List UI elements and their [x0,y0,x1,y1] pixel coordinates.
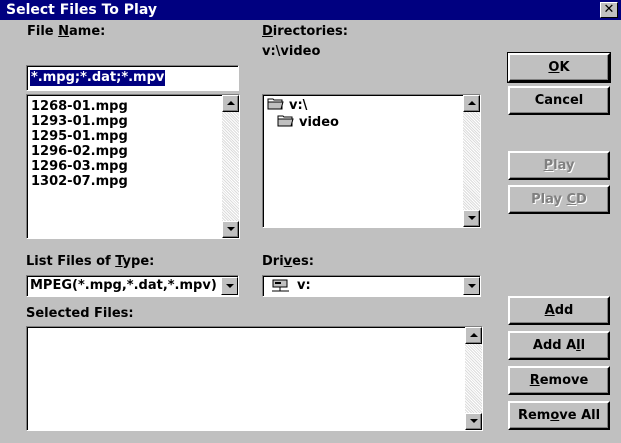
selected-files-label: Selected Files: [26,306,134,321]
arrow-up-icon [227,101,235,105]
file-type-dropdown-button[interactable] [221,277,238,295]
file-list-items: 1268-01.mpg 1293-01.mpg 1295-01.mpg 1296-02… [31,99,128,189]
close-button[interactable]: ✕ [600,2,618,18]
add-button[interactable]: Add [508,296,610,325]
file-type-select[interactable]: MPEG(*.mpg,*.dat,*.mpv) [26,275,239,297]
file-list-item[interactable]: 1295-01.mpg [31,129,128,144]
cancel-button[interactable]: Cancel [508,86,610,115]
chevron-down-icon [468,284,476,288]
arrow-down-icon [227,227,235,231]
ok-button[interactable]: OK [507,52,611,83]
scroll-down-button[interactable] [465,413,482,430]
remove-button[interactable]: Remove [508,366,610,395]
close-icon: ✕ [603,2,615,17]
file-list-item[interactable]: 1302-07.mpg [31,174,128,189]
network-drive-icon [271,279,291,298]
scroll-up-button[interactable] [463,95,480,112]
file-name-input[interactable]: *.mpg;*.dat;*.mpv [26,65,239,91]
directories-label: Directories: [262,24,348,39]
drive-value: v: [297,278,311,293]
chevron-down-icon [226,284,234,288]
directory-item[interactable]: video [267,114,339,131]
drives-label: Drives: [262,254,314,269]
file-list-item[interactable]: 1293-01.mpg [31,114,128,129]
scroll-up-button[interactable] [465,327,482,344]
remove-all-button[interactable]: Remove All [508,401,610,430]
window-title: Select Files To Play [6,2,157,18]
selected-files-scrollbar[interactable] [465,327,482,430]
drives-select[interactable]: v: [262,275,481,297]
open-folder-icon [277,114,295,131]
file-type-value: MPEG(*.mpg,*.dat,*.mpv) [30,278,217,293]
file-name-label: File Name: [27,24,106,39]
open-folder-icon [267,97,285,114]
arrow-down-icon [468,216,476,220]
directory-item[interactable]: v:\ [267,97,339,114]
arrow-up-icon [470,333,478,337]
play-cd-button[interactable]: Play CD [508,185,610,214]
directory-list[interactable]: v:\ video [262,94,481,228]
directory-list-items: v:\ video [267,97,339,131]
current-directory: v:\video [262,44,321,59]
arrow-up-icon [468,101,476,105]
scroll-up-button[interactable] [222,95,239,112]
scroll-down-button[interactable] [222,221,239,238]
add-all-button[interactable]: Add All [508,331,610,360]
file-list-item[interactable]: 1296-02.mpg [31,144,128,159]
file-list-item[interactable]: 1296-03.mpg [31,159,128,174]
file-list[interactable]: 1268-01.mpg 1293-01.mpg 1295-01.mpg 1296-02… [26,94,240,239]
file-type-label: List Files of Type: [26,254,155,269]
file-list-scrollbar[interactable] [222,95,239,238]
file-list-item[interactable]: 1268-01.mpg [31,99,128,114]
drives-dropdown-button[interactable] [463,277,480,295]
scroll-down-button[interactable] [463,210,480,227]
directory-list-scrollbar[interactable] [463,95,480,227]
arrow-down-icon [470,419,478,423]
directory-item-label: video [299,115,339,130]
play-button[interactable]: Play [508,151,610,180]
selected-files-list[interactable] [26,326,483,431]
file-name-value: *.mpg;*.dat;*.mpv [30,70,166,86]
directory-item-label: v:\ [289,98,308,113]
